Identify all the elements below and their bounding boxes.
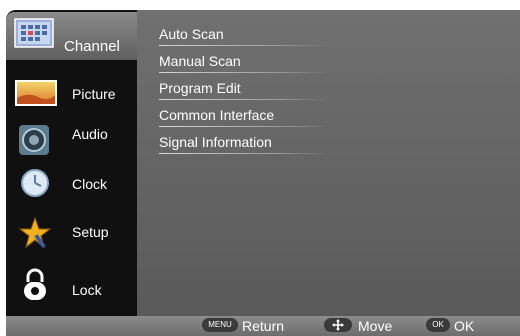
menu-item-signal-information[interactable]: Signal Information: [159, 132, 359, 156]
sidebar-item-channel[interactable]: Channel: [6, 12, 137, 60]
return-hint: MENU Return: [202, 318, 312, 334]
audio-speaker-icon: [18, 124, 50, 156]
setup-star-icon: [18, 216, 52, 250]
ok-key-icon: OK: [426, 318, 450, 332]
return-label: Return: [242, 318, 285, 334]
sidebar: Channel Picture Audio Clock Setup Lock: [6, 10, 137, 316]
footer-hint-bar: MENU Return Move OK OK: [6, 316, 520, 336]
menu-item-label: Manual Scan: [159, 53, 241, 69]
dpad-move-icon: [324, 318, 352, 332]
menu-item-manual-scan[interactable]: Manual Scan: [159, 51, 359, 75]
menu-item-divider: [159, 99, 329, 100]
sidebar-item-label: Audio: [72, 126, 108, 142]
sidebar-item-audio[interactable]: Audio: [10, 116, 133, 156]
sidebar-item-label: Lock: [72, 282, 102, 298]
channel-submenu: Auto Scan Manual Scan Program Edit Commo…: [137, 10, 520, 316]
menu-item-divider: [159, 72, 329, 73]
picture-icon: [14, 78, 58, 108]
menu-item-auto-scan[interactable]: Auto Scan: [159, 24, 359, 48]
sidebar-item-picture[interactable]: Picture: [10, 74, 133, 114]
sidebar-item-setup[interactable]: Setup: [10, 208, 133, 250]
menu-item-divider: [159, 126, 329, 127]
sidebar-item-label: Picture: [72, 86, 116, 102]
menu-item-common-interface[interactable]: Common Interface: [159, 105, 359, 129]
move-hint: Move: [324, 318, 404, 334]
ok-hint: OK OK: [426, 318, 506, 334]
sidebar-item-lock[interactable]: Lock: [10, 264, 133, 304]
menu-item-program-edit[interactable]: Program Edit: [159, 78, 359, 102]
menu-item-label: Common Interface: [159, 107, 275, 123]
ok-label: OK: [454, 318, 475, 334]
sidebar-item-label: Clock: [72, 176, 108, 192]
padlock-icon: [22, 268, 48, 302]
sidebar-item-label: Setup: [72, 224, 109, 240]
sidebar-item-clock[interactable]: Clock: [10, 162, 133, 202]
menu-item-label: Signal Information: [159, 134, 272, 150]
channel-grid-icon: [14, 18, 54, 48]
menu-item-divider: [159, 153, 329, 154]
tv-osd-menu: Channel Picture Audio Clock Setup Lock A…: [6, 10, 520, 336]
menu-key-icon: MENU: [202, 318, 238, 332]
move-label: Move: [358, 318, 393, 334]
menu-item-label: Auto Scan: [159, 26, 224, 42]
clock-icon: [20, 168, 50, 198]
menu-item-divider: [159, 45, 329, 46]
menu-item-label: Program Edit: [159, 80, 241, 96]
sidebar-item-label: Channel: [64, 38, 120, 55]
